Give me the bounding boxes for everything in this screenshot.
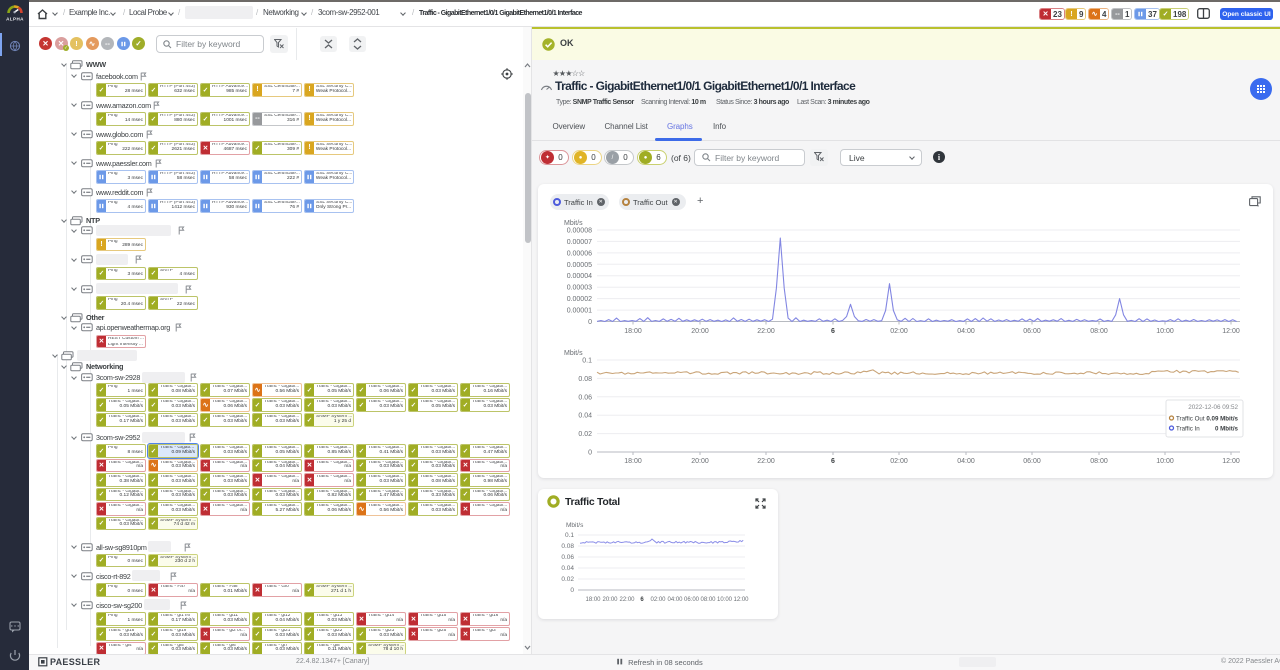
svg-text:06:00: 06:00 xyxy=(1023,328,1041,335)
svg-text:20:00: 20:00 xyxy=(691,328,709,335)
svg-text:Mbit/s: Mbit/s xyxy=(564,350,583,357)
svg-text:0.06: 0.06 xyxy=(561,554,574,561)
svg-text:02:00: 02:00 xyxy=(890,328,908,335)
svg-text:20:00: 20:00 xyxy=(691,458,709,465)
svg-text:18:00: 18:00 xyxy=(585,597,601,603)
svg-text:06:00: 06:00 xyxy=(1023,458,1041,465)
svg-text:0.00004: 0.00004 xyxy=(567,273,592,280)
svg-text:08:00: 08:00 xyxy=(1090,328,1108,335)
svg-text:12:00: 12:00 xyxy=(733,597,749,603)
svg-text:02:00: 02:00 xyxy=(890,458,908,465)
svg-text:18:00: 18:00 xyxy=(624,328,642,335)
svg-text:10:00: 10:00 xyxy=(1156,328,1174,335)
svg-text:22:00: 22:00 xyxy=(757,458,775,465)
svg-text:0.00005: 0.00005 xyxy=(567,262,592,269)
svg-text:0: 0 xyxy=(570,587,574,594)
svg-text:0.06: 0.06 xyxy=(578,394,592,401)
svg-text:0.02: 0.02 xyxy=(578,431,592,438)
svg-text:Mbit/s: Mbit/s xyxy=(564,220,583,227)
svg-text:22:00: 22:00 xyxy=(619,597,635,603)
svg-text:0.02: 0.02 xyxy=(561,576,574,583)
svg-text:0.09 Mbit/s: 0.09 Mbit/s xyxy=(1206,416,1238,423)
svg-text:0.1: 0.1 xyxy=(565,532,574,539)
svg-text:0.00008: 0.00008 xyxy=(567,228,592,235)
svg-text:10:00: 10:00 xyxy=(717,597,733,603)
svg-text:0.00003: 0.00003 xyxy=(567,285,592,292)
svg-text:02:00: 02:00 xyxy=(650,597,666,603)
svg-text:04:00: 04:00 xyxy=(667,597,683,603)
svg-text:22:00: 22:00 xyxy=(757,328,775,335)
svg-text:08:00: 08:00 xyxy=(1090,458,1108,465)
svg-text:0.04: 0.04 xyxy=(561,565,574,572)
svg-text:0 Mbit/s: 0 Mbit/s xyxy=(1215,426,1239,433)
svg-text:0.00001: 0.00001 xyxy=(567,308,592,315)
svg-text:12:00: 12:00 xyxy=(1222,328,1240,335)
svg-text:0.1: 0.1 xyxy=(582,358,592,365)
svg-text:0.00007: 0.00007 xyxy=(567,239,592,246)
svg-text:08:00: 08:00 xyxy=(700,597,716,603)
svg-text:6: 6 xyxy=(640,597,644,603)
svg-text:ALPHA: ALPHA xyxy=(6,17,24,22)
svg-text:12:00: 12:00 xyxy=(1222,458,1240,465)
svg-text:0: 0 xyxy=(588,319,592,326)
svg-text:04:00: 04:00 xyxy=(957,458,975,465)
svg-text:0.00002: 0.00002 xyxy=(567,296,592,303)
svg-text:2022-12-06 09:52: 2022-12-06 09:52 xyxy=(1188,404,1238,411)
svg-text:6: 6 xyxy=(831,458,835,465)
svg-text:Traffic In: Traffic In xyxy=(1176,426,1200,433)
svg-text:04:00: 04:00 xyxy=(957,328,975,335)
svg-text:0.04: 0.04 xyxy=(578,413,592,420)
svg-text:20:00: 20:00 xyxy=(602,597,618,603)
svg-text:0.08: 0.08 xyxy=(561,543,574,550)
svg-text:6: 6 xyxy=(831,328,835,335)
svg-text:06:00: 06:00 xyxy=(684,597,700,603)
svg-text:0: 0 xyxy=(588,450,592,457)
svg-text:18:00: 18:00 xyxy=(624,458,642,465)
svg-text:0.00006: 0.00006 xyxy=(567,250,592,257)
svg-text:Mbit/s: Mbit/s xyxy=(566,522,584,529)
svg-text:Traffic Out: Traffic Out xyxy=(1176,416,1205,423)
svg-text:0.08: 0.08 xyxy=(578,376,592,383)
svg-text:10:00: 10:00 xyxy=(1156,458,1174,465)
